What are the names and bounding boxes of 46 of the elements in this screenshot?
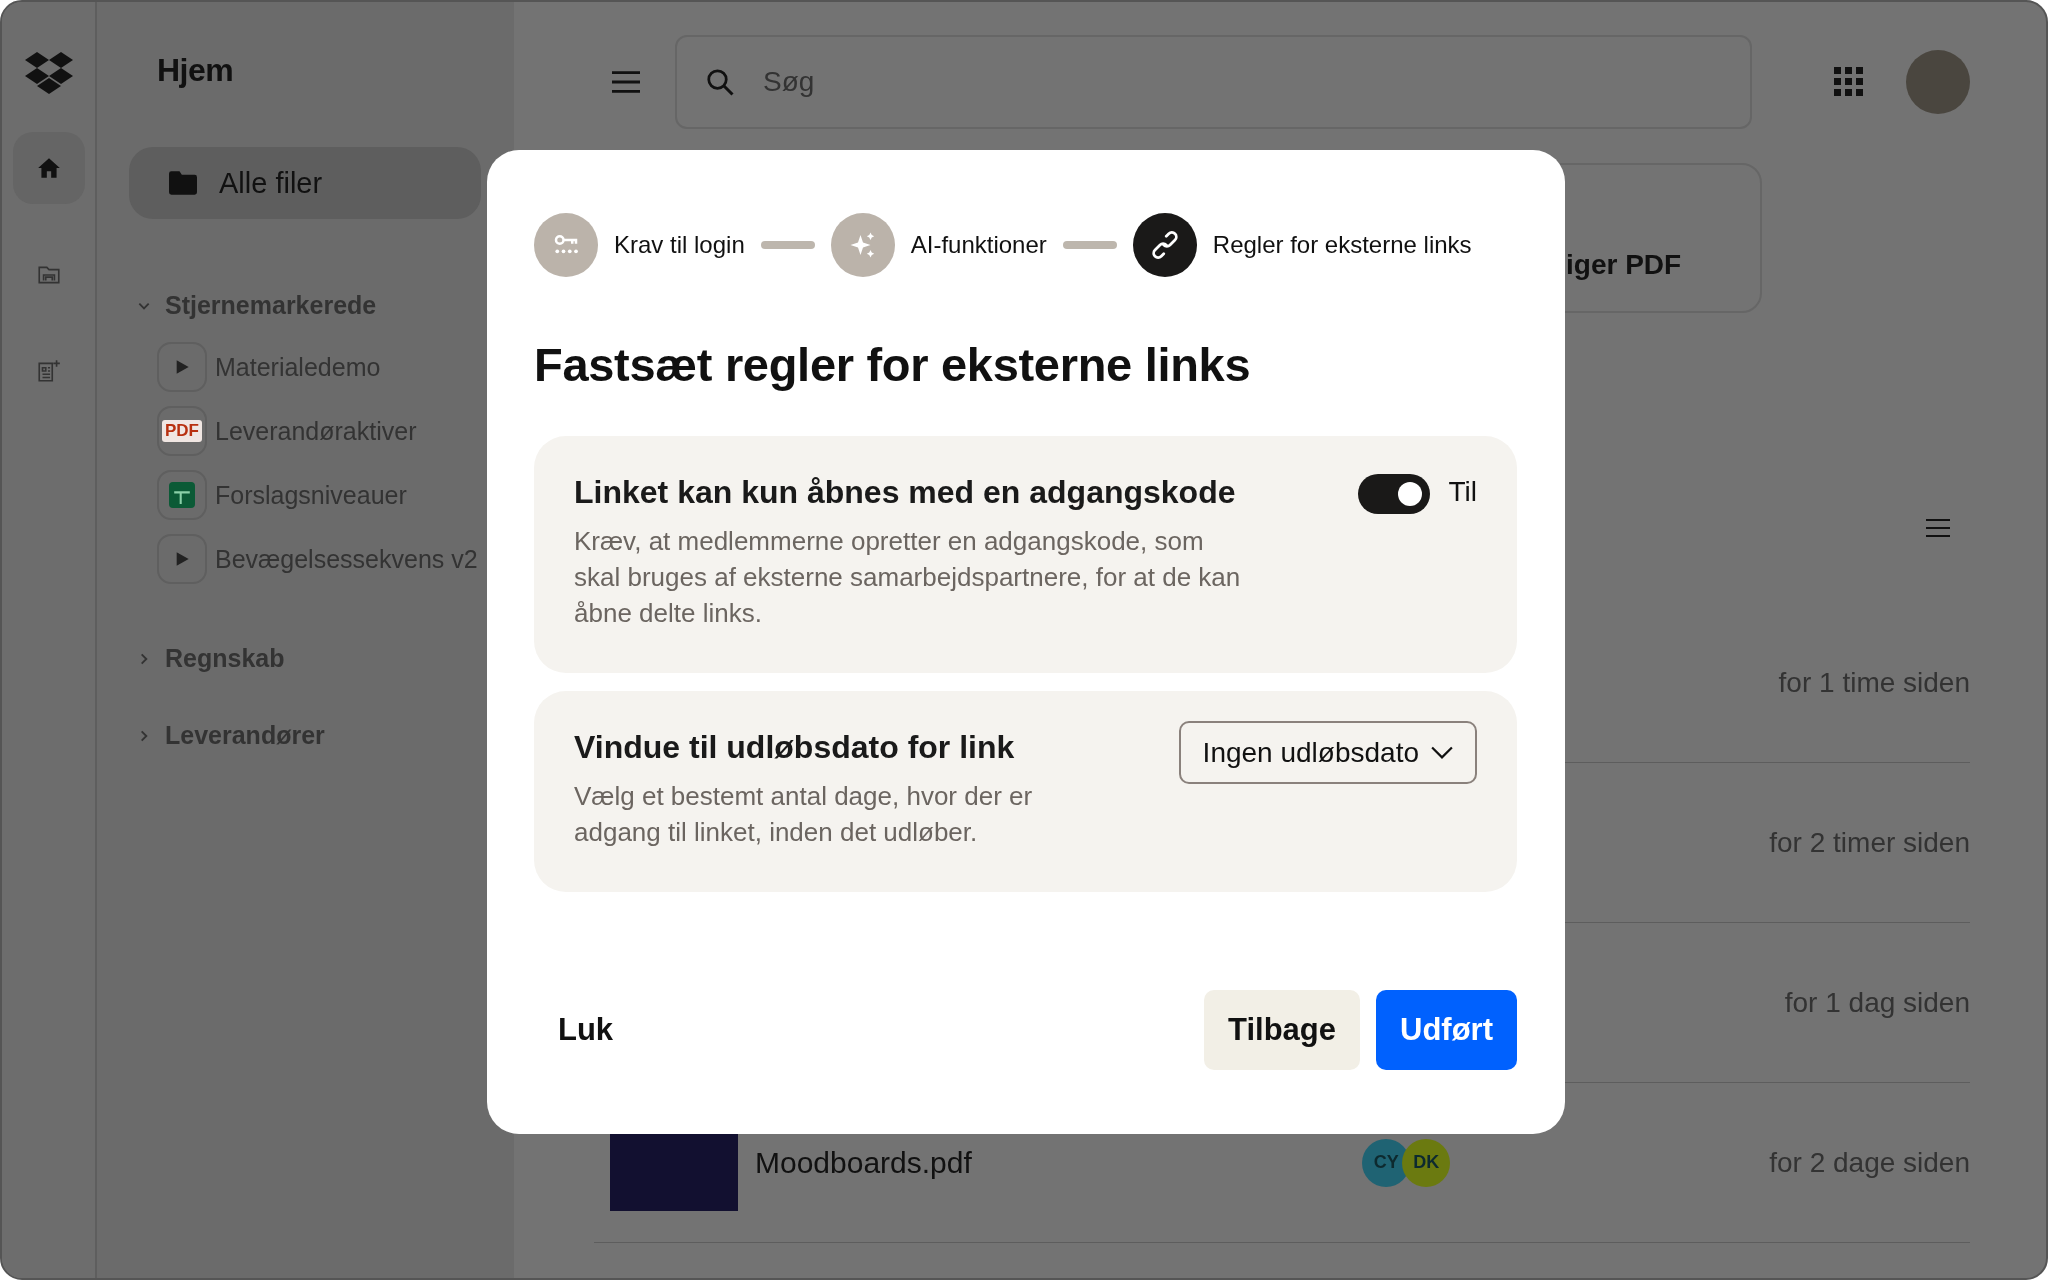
page-title: Hjem	[157, 52, 235, 89]
starred-item[interactable]: Leverandøraktiver	[215, 416, 417, 446]
setting-description: Vælg et bestemt antal dage, hvor der er adgang til linket, inden det udløber.	[574, 780, 1034, 849]
menu-icon[interactable]	[612, 70, 640, 94]
member-avatar: DK	[1402, 1138, 1451, 1187]
section-header[interactable]: Leverandører	[129, 721, 325, 750]
dropbox-logo[interactable]	[24, 52, 73, 94]
done-button[interactable]: Udført	[1376, 990, 1517, 1070]
step-label: AI-funktioner	[910, 231, 1047, 259]
step-label: Regler for eksterne links	[1212, 231, 1472, 259]
modified-time: for 2 dage siden	[1769, 1146, 1970, 1179]
starred-item[interactable]: Forslagsniveauer	[215, 480, 407, 510]
list-view-icon[interactable]	[1926, 518, 1950, 538]
search-field[interactable]: Søg	[675, 35, 1752, 129]
pdf-icon: PDF	[162, 420, 202, 442]
expiry-dropdown[interactable]: Ingen udløbsdato	[1178, 721, 1477, 784]
section-header[interactable]: Stjernemarkerede	[129, 291, 377, 320]
apps-grid-icon[interactable]	[1834, 67, 1864, 97]
search-icon	[705, 67, 735, 97]
dialog-title: Fastsæt regler for eksterne links	[534, 337, 1252, 392]
modified-time: for 1 dag siden	[1784, 986, 1970, 1019]
setting-title: Vindue til udløbsdato for link	[574, 729, 1016, 766]
modified-time: for 2 timer siden	[1769, 826, 1970, 859]
toggle-label: Til	[1448, 476, 1477, 508]
toggle-switch[interactable]	[1358, 474, 1431, 514]
spreadsheet-icon	[169, 482, 195, 508]
home-icon[interactable]	[12, 132, 85, 204]
card-label: iger PDF	[1566, 249, 1682, 281]
folder-icon	[169, 171, 197, 195]
starred-item[interactable]: Bevægelsessekvens v2	[215, 544, 478, 574]
setting-title: Linket kan kun åbnes med en adgangskode	[574, 474, 1237, 511]
setting-description: Kræv, at medlemmerne opretter en adgangskode, som skal bruges af eksterne samarbejdspartnere, for at de kan åbne delte links.	[574, 525, 1242, 630]
step-label: Krav til login	[614, 231, 745, 259]
modified-time: for 1 time siden	[1778, 666, 1970, 699]
document-icon[interactable]	[35, 358, 62, 384]
play-icon	[174, 359, 190, 375]
all-files-item[interactable]: Alle filer	[129, 147, 481, 219]
chevron-icon	[1431, 745, 1453, 760]
close-button[interactable]: Luk	[558, 1012, 614, 1048]
back-button[interactable]: Tilbage	[1204, 990, 1360, 1070]
file-name[interactable]: Moodboards.pdf	[755, 1145, 972, 1180]
step-connector	[1062, 241, 1117, 249]
section-header[interactable]: Regnskab	[129, 644, 285, 673]
starred-item[interactable]: Materialedemo	[215, 352, 381, 382]
play-icon	[174, 551, 190, 567]
step-connector	[760, 241, 815, 249]
